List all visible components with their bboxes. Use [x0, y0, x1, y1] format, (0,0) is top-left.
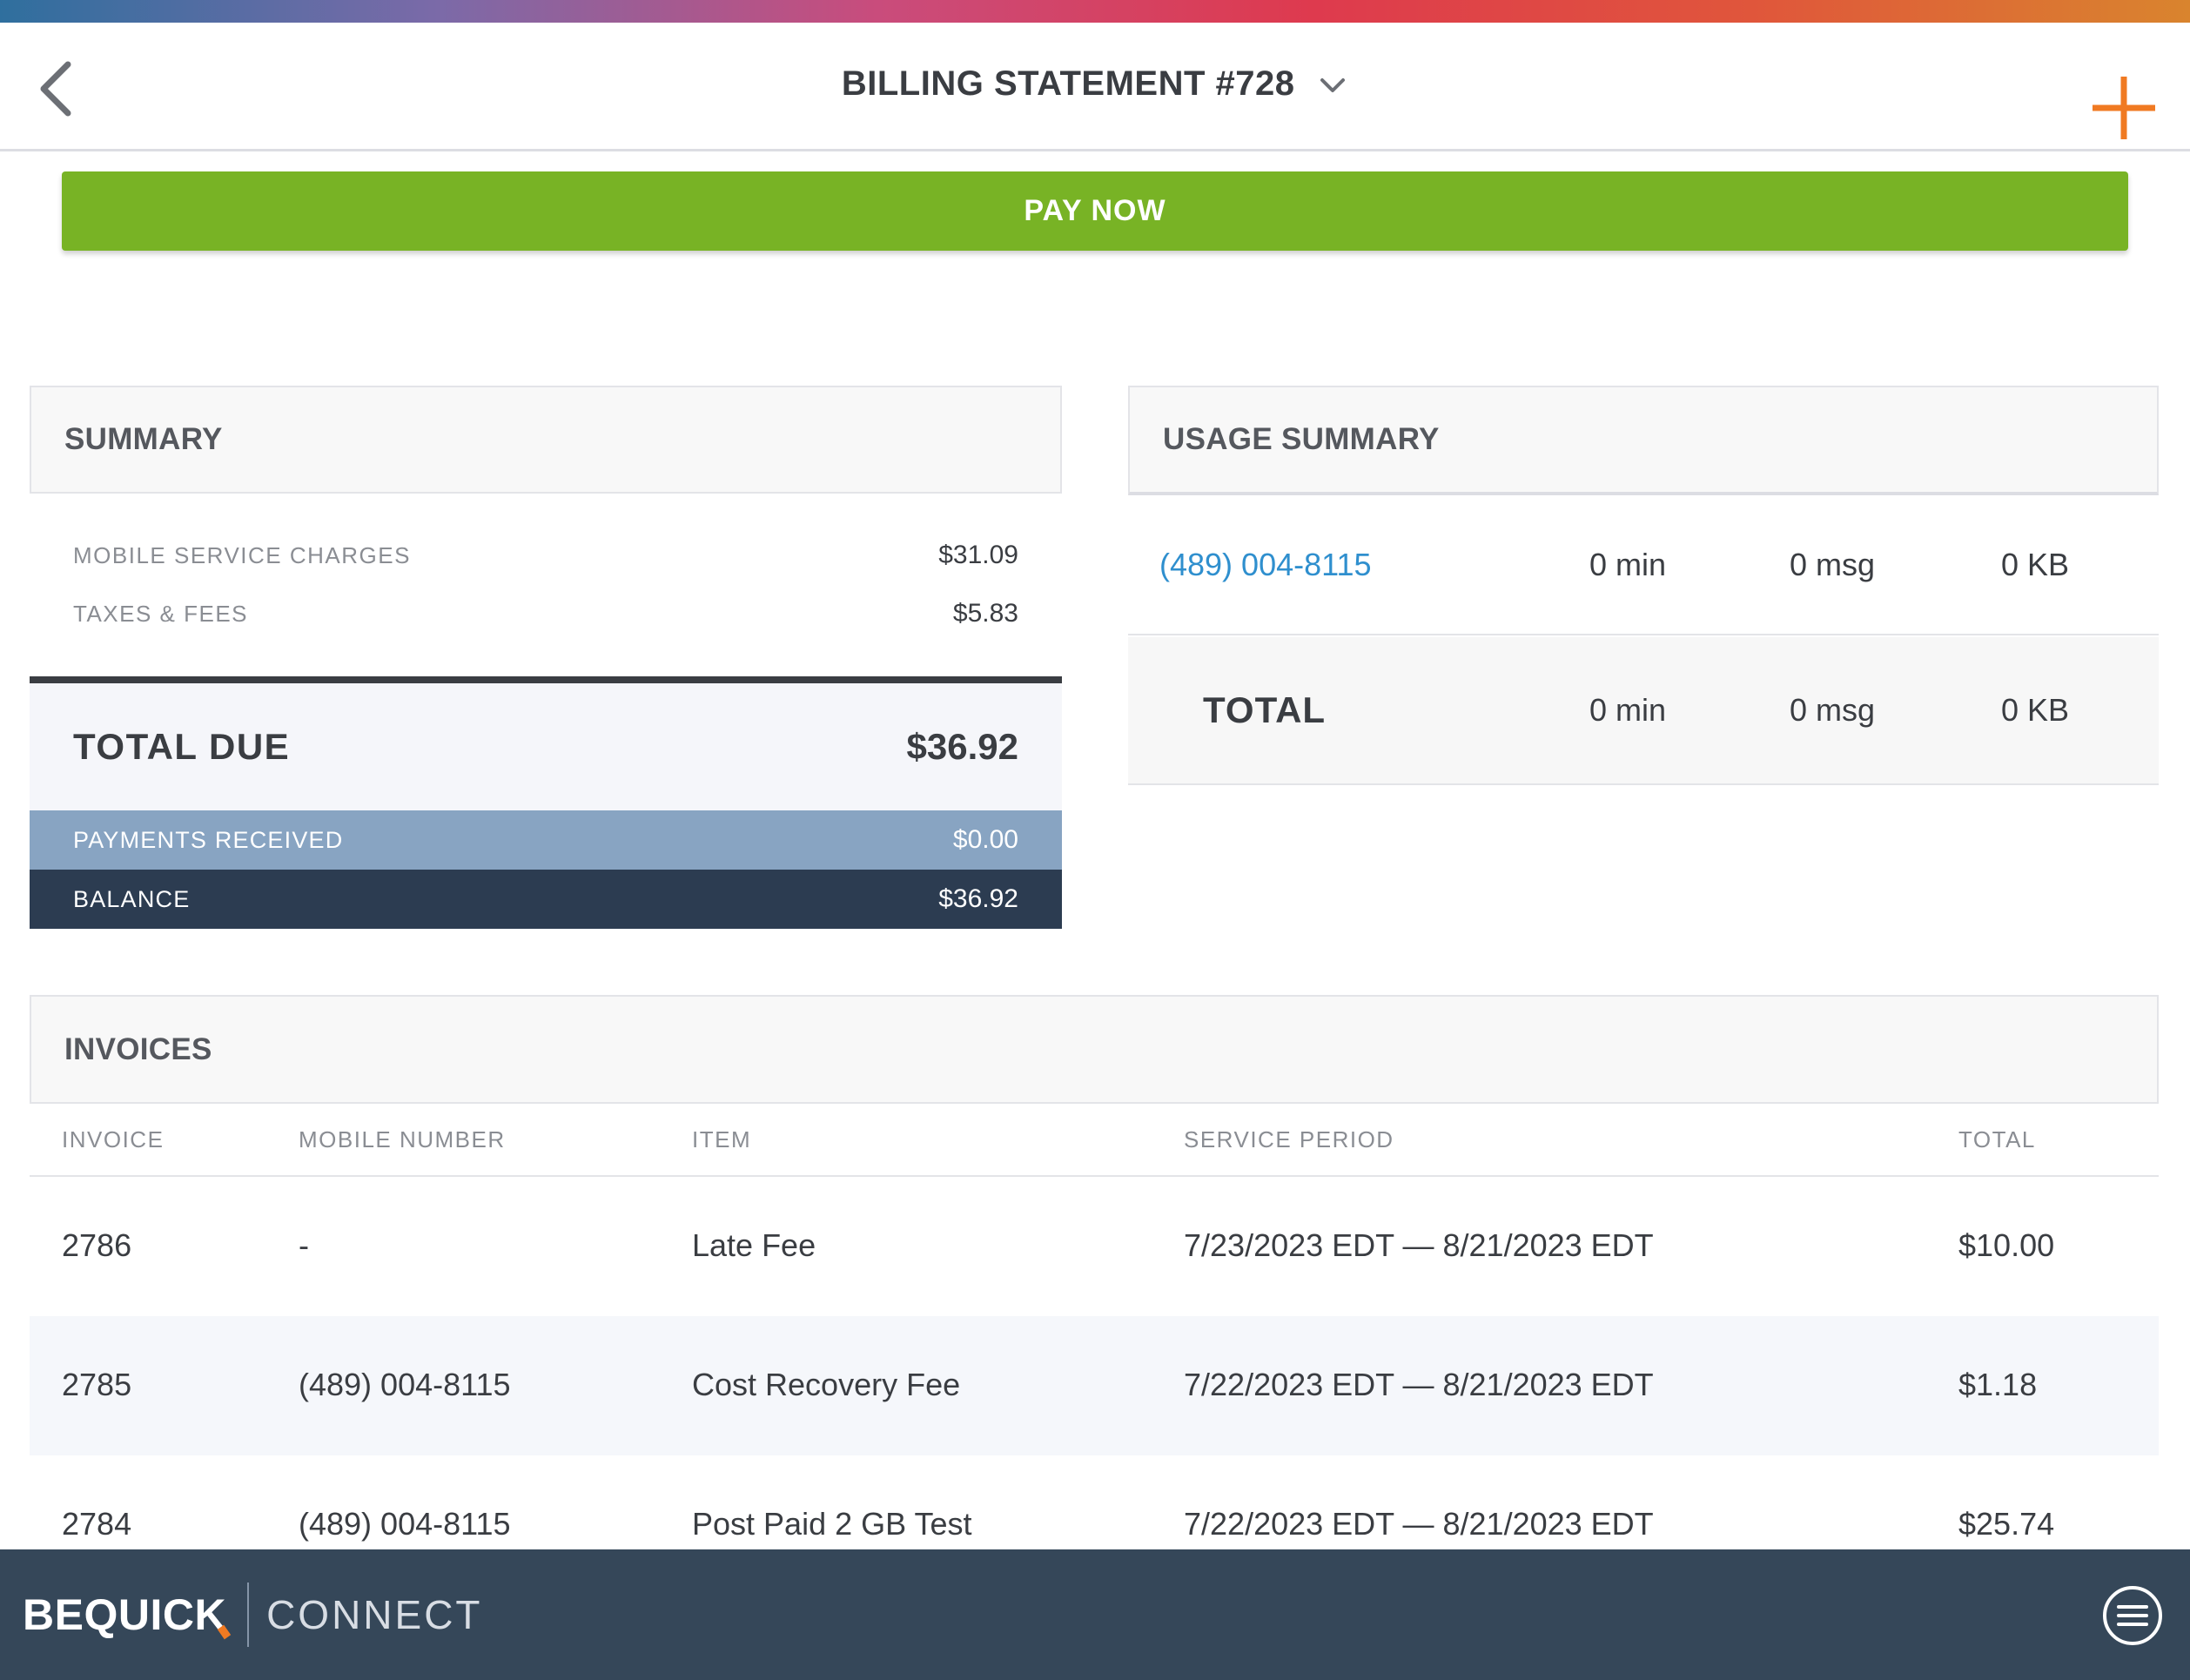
chevron-down-icon [1317, 75, 1348, 96]
column-header-service-period: SERVICE PERIOD [1184, 1126, 1394, 1153]
invoice-service-period: 7/22/2023 EDT — 8/21/2023 EDT [1184, 1367, 1654, 1403]
invoice-total: $10.00 [1958, 1227, 2054, 1264]
invoice-mobile-number: (489) 004-8115 [299, 1367, 511, 1403]
usage-summary-heading: USAGE SUMMARY [1163, 422, 1440, 457]
statement-title-dropdown[interactable]: BILLING STATEMENT #728 [0, 64, 2190, 104]
bequick-connect-logo: BEQUICK CONNECT [23, 1584, 483, 1645]
plus-icon [2089, 73, 2159, 143]
column-header-total: TOTAL [1958, 1126, 2036, 1153]
usage-total-messages: 0 msg [1790, 692, 1875, 729]
usage-total-data: 0 KB [2001, 692, 2069, 729]
column-header-item: ITEM [692, 1126, 751, 1153]
summary-row: MOBILE SERVICE CHARGES $31.09 [30, 531, 1062, 580]
table-row[interactable]: 2785 (489) 004-8115 Cost Recovery Fee 7/… [30, 1316, 2159, 1455]
logo-divider [247, 1583, 249, 1647]
column-header-invoice: INVOICE [62, 1126, 164, 1153]
usage-messages: 0 msg [1790, 547, 1875, 583]
invoice-number: 2784 [62, 1506, 131, 1542]
page-title: BILLING STATEMENT #728 [842, 64, 1295, 103]
total-due-value: $36.92 [907, 726, 1018, 768]
balance-value: $36.92 [938, 884, 1018, 914]
invoice-service-period: 7/23/2023 EDT — 8/21/2023 EDT [1184, 1227, 1654, 1264]
app-footer: BEQUICK CONNECT [0, 1549, 2190, 1680]
summary-row: TAXES & FEES $5.83 [30, 589, 1062, 638]
total-due-label: TOTAL DUE [73, 726, 290, 768]
invoices-header: INVOICES [30, 995, 2159, 1104]
usage-total-row: TOTAL 0 min 0 msg 0 KB [1128, 637, 2159, 785]
invoice-number: 2786 [62, 1227, 131, 1264]
usage-line-row: (489) 004-8115 0 min 0 msg 0 KB [1128, 496, 2159, 635]
usage-total-minutes: 0 min [1589, 692, 1666, 729]
usage-summary-header: USAGE SUMMARY [1128, 386, 2159, 495]
invoice-number: 2785 [62, 1367, 131, 1403]
summary-row-value: $5.83 [953, 599, 1018, 628]
invoices-column-headers: INVOICE MOBILE NUMBER ITEM SERVICE PERIO… [30, 1104, 2159, 1177]
menu-button[interactable] [2101, 1584, 2164, 1647]
invoice-item: Post Paid 2 GB Test [692, 1506, 972, 1542]
usage-line-number-link[interactable]: (489) 004-8115 [1159, 547, 1372, 583]
summary-row-value: $31.09 [938, 541, 1018, 570]
payments-received-label: PAYMENTS RECEIVED [73, 827, 343, 854]
invoices-heading: INVOICES [64, 1032, 212, 1067]
balance-row: BALANCE $36.92 [30, 870, 1062, 929]
usage-data: 0 KB [2001, 547, 2069, 583]
summary-row-label: MOBILE SERVICE CHARGES [73, 542, 411, 569]
logo-subtitle: CONNECT [266, 1591, 482, 1638]
invoice-item: Late Fee [692, 1227, 816, 1264]
usage-minutes: 0 min [1589, 547, 1666, 583]
invoice-service-period: 7/22/2023 EDT — 8/21/2023 EDT [1184, 1506, 1654, 1542]
payments-received-row: PAYMENTS RECEIVED $0.00 [30, 810, 1062, 870]
invoice-total: $1.18 [1958, 1367, 2037, 1403]
column-header-mobile-number: MOBILE NUMBER [299, 1126, 506, 1153]
summary-header: SUMMARY [30, 386, 1062, 494]
balance-label: BALANCE [73, 886, 190, 913]
invoice-mobile-number: (489) 004-8115 [299, 1506, 511, 1542]
invoice-total: $25.74 [1958, 1506, 2054, 1542]
summary-heading: SUMMARY [64, 422, 223, 457]
top-accent-bar [0, 0, 2190, 23]
total-divider [30, 676, 1062, 683]
hamburger-menu-icon [2101, 1584, 2164, 1647]
add-button[interactable] [2089, 73, 2159, 143]
usage-total-label: TOTAL [1203, 689, 1326, 731]
invoice-mobile-number: - [299, 1227, 309, 1264]
logo-wordmark: BEQUICK [23, 1589, 226, 1640]
table-row[interactable]: 2786 - Late Fee 7/23/2023 EDT — 8/21/202… [30, 1177, 2159, 1316]
invoice-item: Cost Recovery Fee [692, 1367, 960, 1403]
app-header: BILLING STATEMENT #728 [0, 23, 2190, 151]
summary-row-label: TAXES & FEES [73, 601, 248, 628]
pay-now-button[interactable]: PAY NOW [62, 171, 2128, 251]
total-due-row: TOTAL DUE $36.92 [30, 683, 1062, 810]
payments-received-value: $0.00 [953, 825, 1018, 855]
